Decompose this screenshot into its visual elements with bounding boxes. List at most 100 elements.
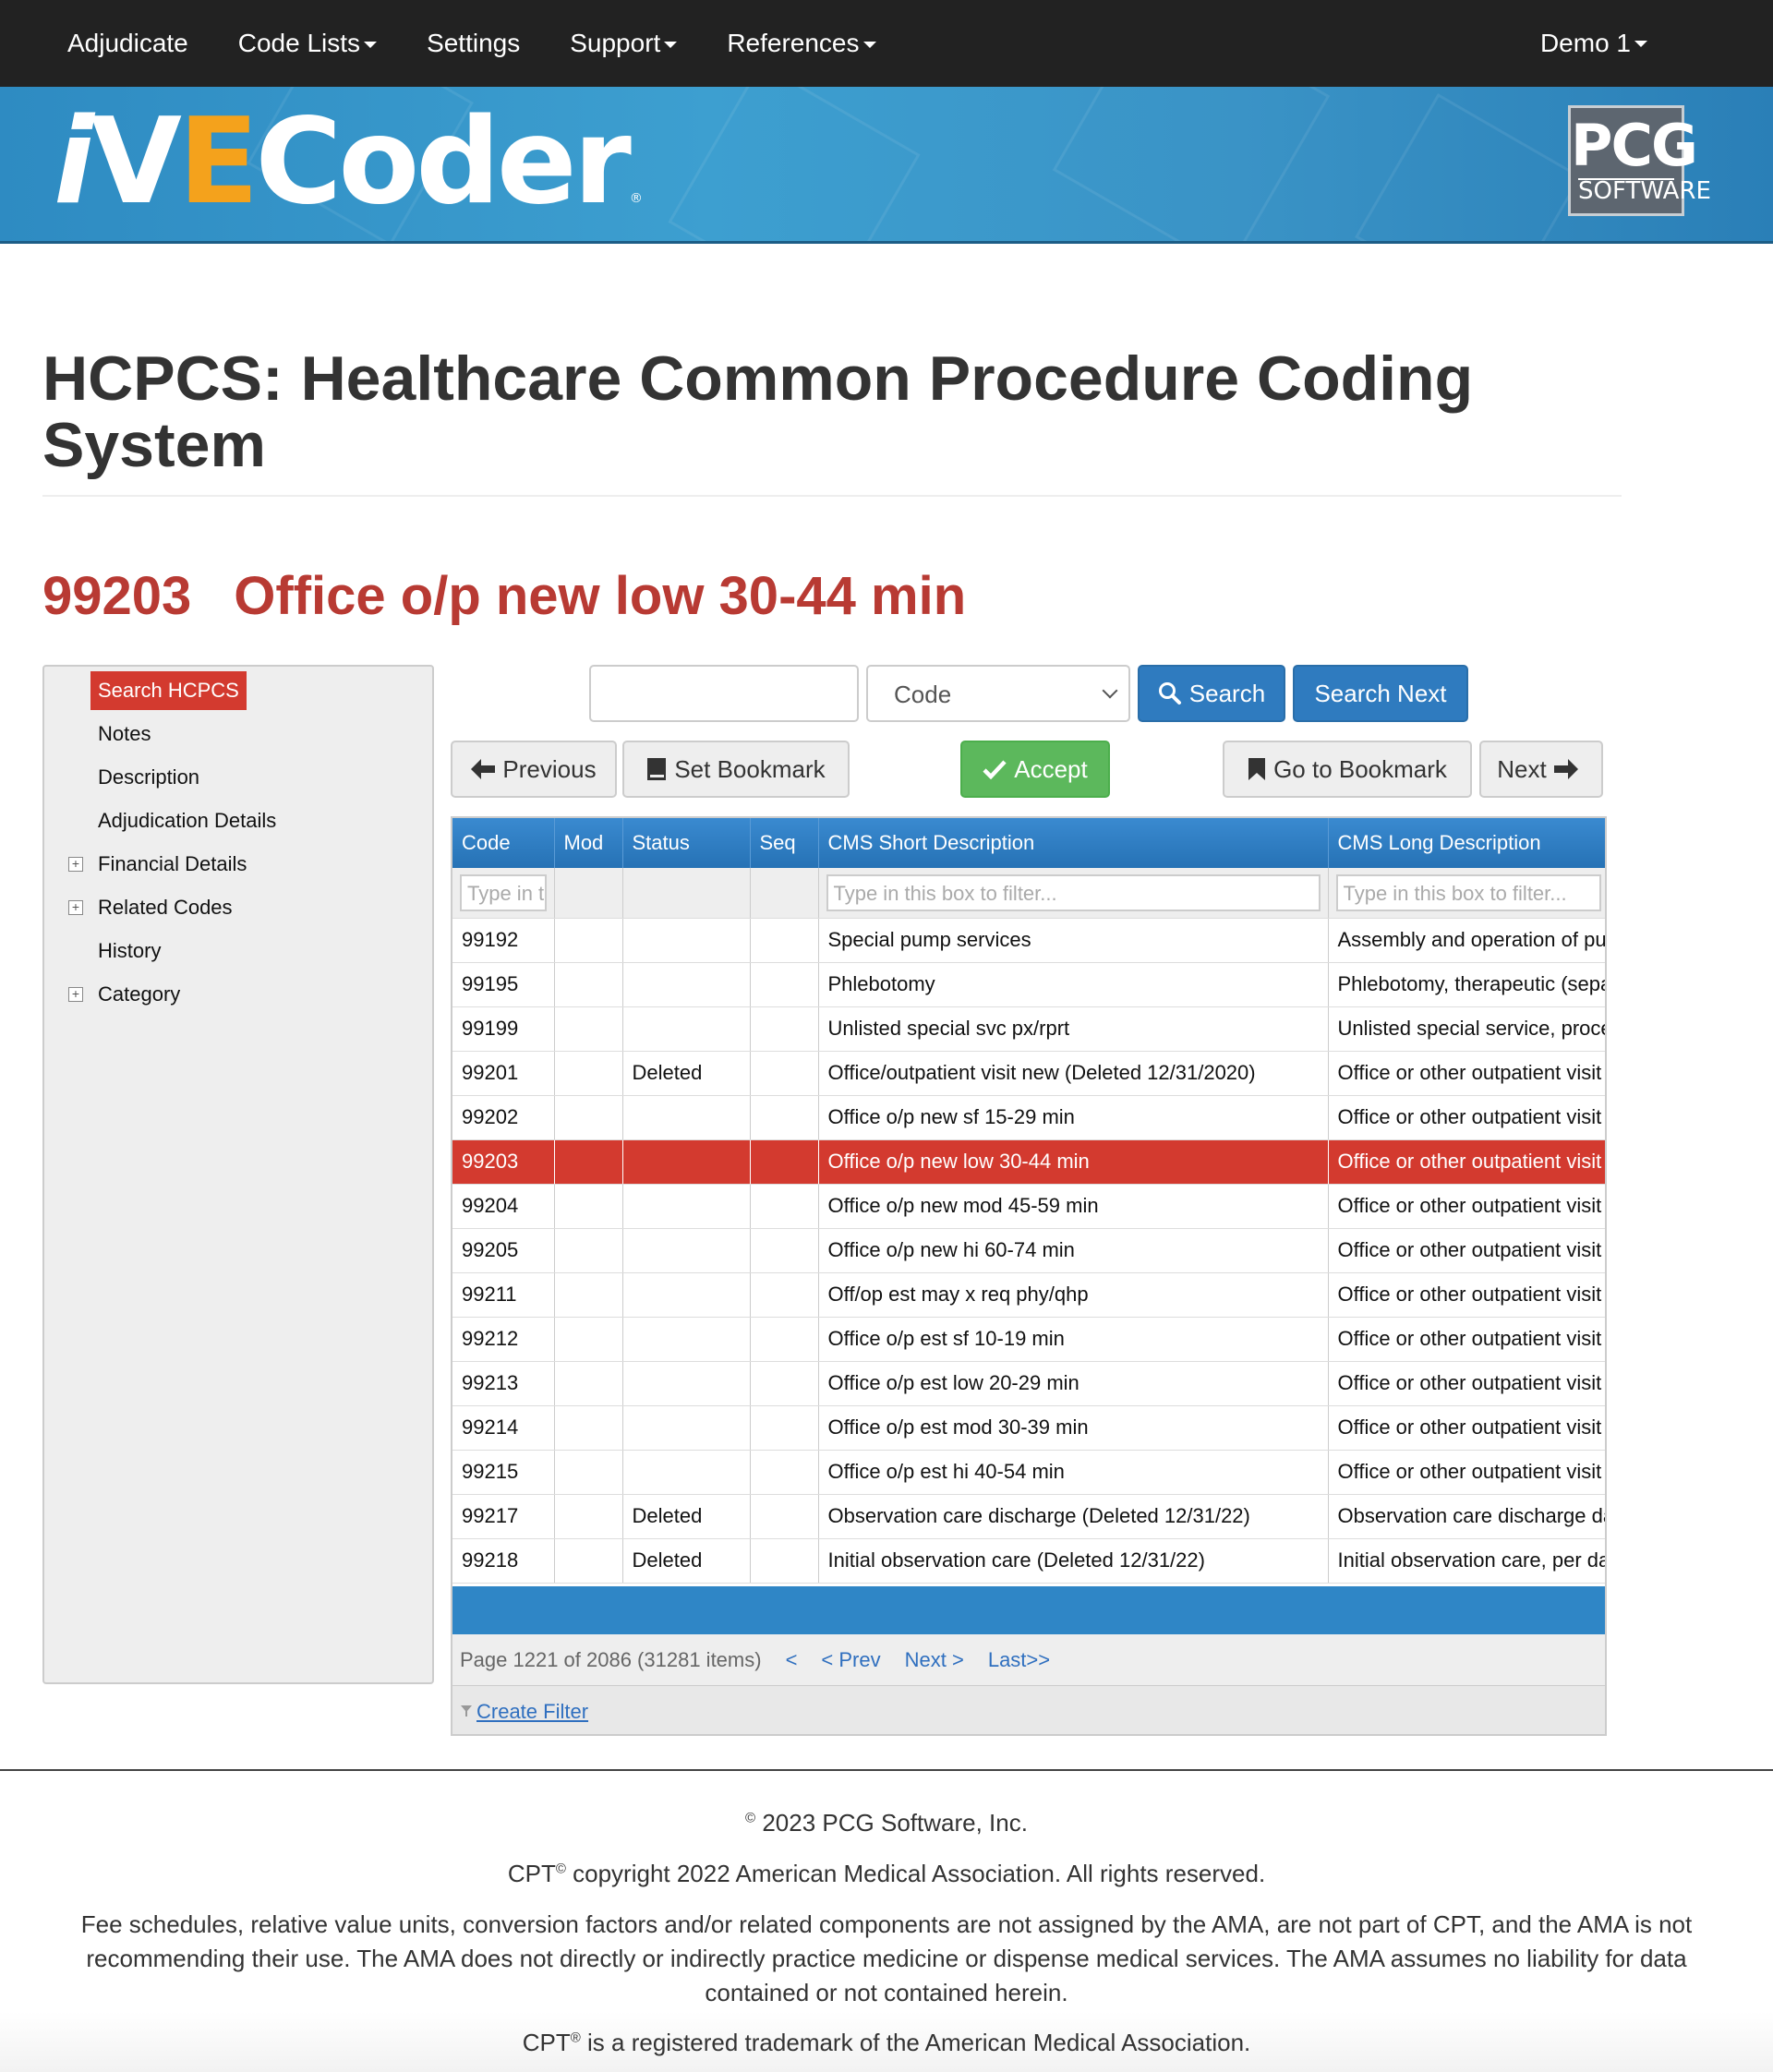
mod-cell [554, 918, 623, 963]
long-description-cell: Phlebotomy, therapeutic (sepa [1328, 962, 1605, 1007]
table-row[interactable]: 99212 Office o/p est sf 10-19 min Office o… [452, 1317, 1605, 1362]
mod-cell [554, 1184, 623, 1229]
table-row[interactable]: 99217 Deleted Observation care discharge (… [452, 1494, 1605, 1539]
bookmark-icon [1248, 757, 1266, 781]
filter-funnel-icon [460, 1700, 473, 1724]
search-next-label: Search Next [1314, 679, 1447, 707]
column-header-seq[interactable]: Seq [750, 818, 819, 868]
create-filter-link[interactable]: Create Filter [476, 1700, 588, 1724]
banner-pattern [668, 87, 921, 241]
long-description-cell: Office or other outpatient visit [1328, 1051, 1605, 1096]
code-cell: 99214 [452, 1405, 555, 1451]
caret-down-icon [664, 42, 678, 49]
table-row[interactable]: 99218 Deleted Initial observation care (De… [452, 1538, 1605, 1584]
table-row[interactable]: 99204 Office o/p new mod 45-59 min Office … [452, 1184, 1605, 1229]
column-header-short-description[interactable]: CMS Short Description [818, 818, 1329, 868]
short-description-filter-input[interactable]: Type in this box to filter... [826, 873, 1321, 911]
table-row-selected[interactable]: 99203 Office o/p new low 30-44 min Office … [452, 1139, 1605, 1185]
short-description-cell: Office o/p est sf 10-19 min [818, 1317, 1329, 1362]
nav-support[interactable]: Support [545, 29, 702, 58]
cpt-text: CPT [522, 2029, 571, 2056]
sidebar-item-history[interactable]: History [98, 939, 161, 963]
column-header-mod[interactable]: Mod [554, 818, 623, 868]
column-header-code[interactable]: Code [452, 818, 555, 868]
long-description-filter-input[interactable]: Type in this box to filter... [1335, 873, 1601, 911]
short-description-cell: Office o/p new low 30-44 min [818, 1139, 1329, 1185]
pager: Page 1221 of 2086 (31281 items) < < Prev… [452, 1634, 1605, 1686]
footer-copyright-text: 2023 PCG Software, Inc. [762, 1809, 1028, 1837]
seq-cell [750, 1405, 819, 1451]
sidebar-item-search-hcpcs[interactable]: Search HCPCS [90, 671, 247, 710]
pager-prev-link[interactable]: < Prev [821, 1648, 880, 1672]
sidebar-item-financial-details[interactable]: Financial Details [98, 852, 247, 876]
search-field-select[interactable]: Code [866, 665, 1130, 722]
short-description-cell: Phlebotomy [818, 962, 1329, 1007]
search-input[interactable] [589, 665, 859, 722]
previous-button[interactable]: Previous [451, 741, 617, 798]
status-cell [622, 1006, 751, 1052]
short-description-cell: Office o/p est low 20-29 min [818, 1361, 1329, 1406]
long-description-cell: Initial observation care, per da [1328, 1538, 1605, 1584]
filter-cell [622, 868, 751, 919]
nav-references[interactable]: References [702, 29, 900, 58]
banner-pattern [1355, 93, 1582, 241]
long-description-cell: Unlisted special service, proce [1328, 1006, 1605, 1052]
mod-cell [554, 1051, 623, 1096]
column-header-status[interactable]: Status [622, 818, 751, 868]
seq-cell [750, 918, 819, 963]
trademark-text: is a registered trademark of the America… [587, 2029, 1251, 2056]
table-row[interactable]: 99195 Phlebotomy Phlebotomy, therapeutic (… [452, 962, 1605, 1007]
table-row[interactable]: 99213 Office o/p est low 20-29 min Office … [452, 1361, 1605, 1406]
sidebar-item-adjudication-details[interactable]: Adjudication Details [98, 809, 276, 833]
pager-last-link[interactable]: Last>> [988, 1648, 1050, 1672]
table-row[interactable]: 99211 Off/op est may x req phy/qhp Office … [452, 1272, 1605, 1318]
table-row[interactable]: 99192 Special pump services Assembly and o… [452, 918, 1605, 963]
status-cell [622, 1139, 751, 1185]
long-description-cell: Office or other outpatient visit [1328, 1184, 1605, 1229]
mod-cell [554, 1006, 623, 1052]
table-row[interactable]: 99199 Unlisted special svc px/rprt Unliste… [452, 1006, 1605, 1052]
sidebar-item-description[interactable]: Description [98, 765, 199, 789]
code-filter-input[interactable]: Type in t [460, 873, 547, 911]
expand-icon[interactable]: + [68, 857, 83, 872]
selected-code-heading: 99203 Office o/p new low 30-44 min [42, 565, 966, 627]
set-bookmark-button[interactable]: Set Bookmark [622, 741, 850, 798]
sidebar-item-related-codes[interactable]: Related Codes [98, 896, 233, 920]
code-cell: 99205 [452, 1228, 555, 1273]
next-button[interactable]: Next [1479, 741, 1603, 798]
table-row[interactable]: 99215 Office o/p est hi 40-54 min Office o… [452, 1450, 1605, 1495]
ivecoder-logo[interactable]: i V E Coder ® [54, 103, 643, 222]
table-row[interactable]: 99205 Office o/p new hi 60-74 min Office o… [452, 1228, 1605, 1273]
expand-icon[interactable]: + [68, 987, 83, 1002]
column-header-long-description[interactable]: CMS Long Description [1328, 818, 1605, 868]
logo-word-coder: Coder [255, 93, 631, 231]
table-row[interactable]: 99201 Deleted Office/outpatient visit new … [452, 1051, 1605, 1096]
status-cell [622, 1317, 751, 1362]
sidebar-item-notes[interactable]: Notes [98, 722, 151, 746]
short-description-cell: Observation care discharge (Deleted 12/3… [818, 1494, 1329, 1539]
search-next-button[interactable]: Search Next [1293, 665, 1468, 722]
short-description-cell: Initial observation care (Deleted 12/31/… [818, 1538, 1329, 1584]
table-row[interactable]: 99202 Office o/p new sf 15-29 min Office o… [452, 1095, 1605, 1140]
expand-icon[interactable]: + [68, 900, 83, 915]
status-cell [622, 1450, 751, 1495]
pager-first-link[interactable]: < [786, 1648, 798, 1672]
nav-settings[interactable]: Settings [402, 29, 545, 58]
page-title: HCPCS: Healthcare Common Procedure Codin… [42, 343, 1474, 480]
filter-cell: Type in this box to filter... [1328, 868, 1605, 919]
pager-next-link[interactable]: Next > [905, 1648, 964, 1672]
footer-cpt-copyright: CPT© copyright 2022 American Medical Ass… [37, 1857, 1736, 1891]
nav-adjudicate[interactable]: Adjudicate [0, 29, 213, 58]
search-button[interactable]: Search [1138, 665, 1285, 722]
nav-code-lists[interactable]: Code Lists [213, 29, 402, 58]
seq-cell [750, 1538, 819, 1584]
copyright-symbol: © [745, 1810, 756, 1826]
table-row[interactable]: 99214 Office o/p est mod 30-39 min Office … [452, 1405, 1605, 1451]
sidebar-item-category[interactable]: Category [98, 982, 180, 1006]
mod-cell [554, 1228, 623, 1273]
user-menu[interactable]: Demo 1 [1540, 0, 1647, 87]
logo-letter-i: i [54, 93, 94, 231]
short-description-cell: Unlisted special svc px/rprt [818, 1006, 1329, 1052]
go-to-bookmark-button[interactable]: Go to Bookmark [1223, 741, 1472, 798]
accept-button[interactable]: Accept [960, 741, 1110, 798]
